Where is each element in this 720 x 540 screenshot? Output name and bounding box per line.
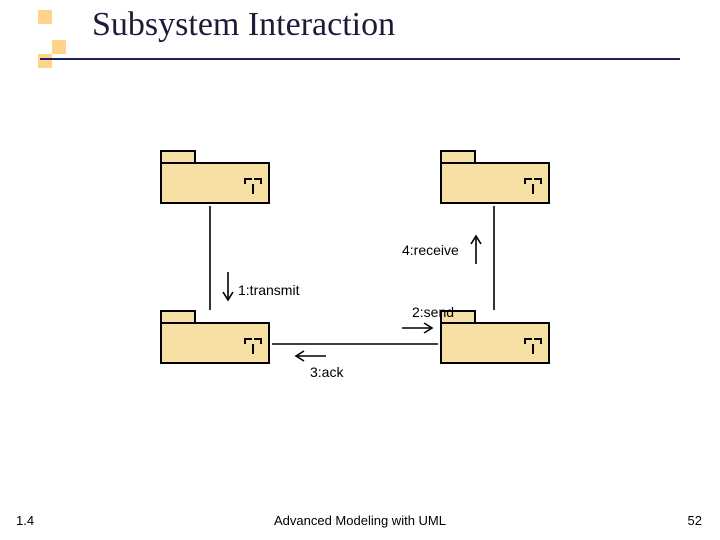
slide-title: Subsystem Interaction [92,6,395,44]
page-number: 52 [688,513,702,528]
fork-icon [524,338,542,354]
link-left [208,206,212,310]
fork-icon [244,178,262,194]
package-bottom-left [160,310,270,364]
label-send: 2:send [412,304,454,320]
package-bottom-right [440,310,550,364]
link-bottom [272,342,438,346]
label-ack: 3:ack [310,364,343,380]
collaboration-diagram: 1:transmit 4:receive 2:send 3:ack [160,150,590,410]
package-top-right [440,150,550,204]
label-transmit: 1:transmit [238,282,299,298]
arrow-receive [470,230,482,266]
package-top-left [160,150,270,204]
arrow-ack [290,350,328,362]
link-right [492,206,496,310]
arrow-transmit [222,270,234,306]
title-bullet-icon [38,10,66,72]
footer-text: Advanced Modeling with UML [0,513,720,528]
fork-icon [524,178,542,194]
fork-icon [244,338,262,354]
label-receive: 4:receive [402,242,459,258]
arrow-send [400,322,438,334]
title-underline [40,58,680,60]
